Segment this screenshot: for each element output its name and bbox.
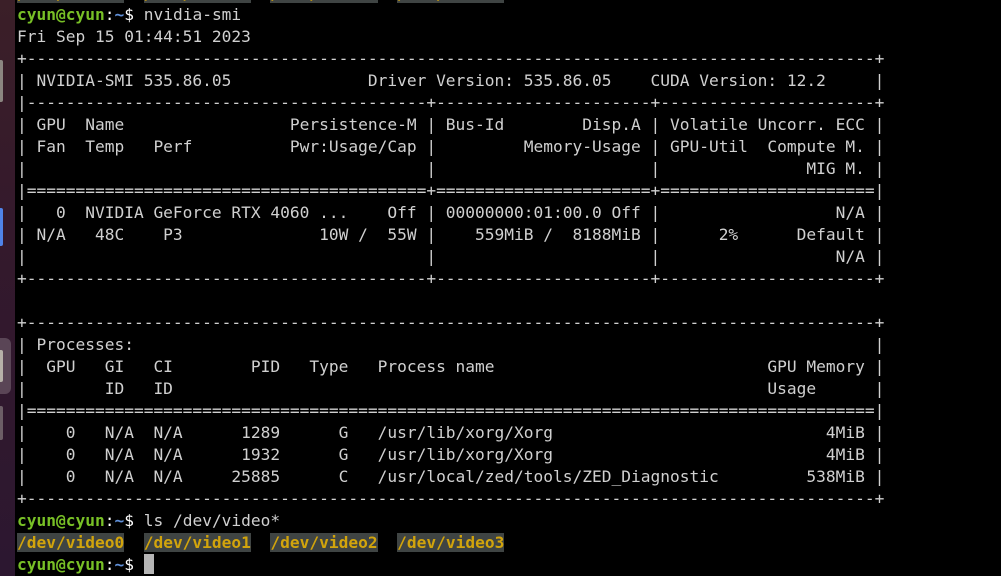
proc-border-top: +---------------------------------------… bbox=[17, 313, 885, 332]
prompt-user-host: cyun@cyun bbox=[17, 511, 105, 530]
ubuntu-dock bbox=[0, 0, 15, 576]
smi-column-header: | Fan Temp Perf Pwr:Usage/Cap | Memory-U… bbox=[17, 137, 885, 156]
smi-column-header: | GPU Name Persistence-M | Bus-Id Disp.A… bbox=[17, 115, 885, 134]
smi-gpu-row: | | | N/A | bbox=[17, 247, 885, 266]
proc-column-header: | ID ID Usage | bbox=[17, 379, 885, 398]
command-text: nvidia-smi bbox=[143, 5, 242, 24]
smi-separator: |---------------------------------------… bbox=[17, 93, 885, 112]
command-text: ls /dev/video* bbox=[143, 511, 281, 530]
device-entry: /dev/video1 bbox=[143, 533, 251, 552]
ls-output-line: /dev/video0 /dev/video1 /dev/video2 /dev… bbox=[17, 532, 505, 554]
dock-app-indicator-blue[interactable] bbox=[0, 208, 3, 246]
prompt-user-host: cyun@cyun bbox=[17, 555, 105, 574]
prompt-user-host: cyun@cyun bbox=[17, 5, 105, 24]
dock-app-indicator-active bbox=[0, 350, 3, 382]
proc-column-header: | GPU GI CI PID Type Process name GPU Me… bbox=[17, 357, 885, 376]
proc-row: | 0 N/A N/A 1289 G /usr/lib/xorg/Xorg 4M… bbox=[17, 423, 885, 442]
prev-device-entry: /dev/video3 bbox=[397, 0, 505, 3]
prev-device-entry: /dev/video0 bbox=[17, 0, 125, 3]
smi-border-bottom: +---------------------------------------… bbox=[17, 269, 885, 288]
active-prompt-line[interactable]: cyun@cyun:~$ bbox=[17, 554, 154, 576]
smi-header-line: | NVIDIA-SMI 535.86.05 Driver Version: 5… bbox=[17, 71, 885, 90]
proc-title: | Processes: | bbox=[17, 335, 885, 354]
dock-active-app-tile[interactable] bbox=[0, 338, 11, 394]
proc-separator-double: |=======================================… bbox=[17, 401, 885, 420]
dock-app-indicator[interactable] bbox=[0, 406, 3, 440]
dock-app-indicator[interactable] bbox=[0, 60, 3, 102]
device-entry: /dev/video0 bbox=[17, 533, 125, 552]
text-cursor[interactable] bbox=[143, 554, 154, 574]
smi-separator-double: |=======================================… bbox=[17, 181, 885, 200]
device-entry: /dev/video3 bbox=[397, 533, 505, 552]
proc-row: | 0 N/A N/A 1932 G /usr/lib/xorg/Xorg 4M… bbox=[17, 445, 885, 464]
prompt-line: cyun@cyun:~$ nvidia-smi bbox=[17, 5, 242, 24]
smi-border-top: +---------------------------------------… bbox=[17, 49, 885, 68]
prompt-path: ~ bbox=[114, 555, 125, 574]
device-entry: /dev/video2 bbox=[270, 533, 378, 552]
prev-device-entry: /dev/video2 bbox=[270, 0, 378, 3]
smi-column-header: | | | MIG M. | bbox=[17, 159, 885, 178]
prev-device-entry: /dev/video1 bbox=[143, 0, 251, 3]
proc-row: | 0 N/A N/A 25885 C /usr/local/zed/tools… bbox=[17, 467, 885, 486]
smi-gpu-row: | 0 NVIDIA GeForce RTX 4060 ... Off | 00… bbox=[17, 203, 885, 222]
prompt-symbol: $ bbox=[124, 5, 144, 24]
prompt-path: ~ bbox=[114, 5, 125, 24]
proc-border-bottom: +---------------------------------------… bbox=[17, 489, 885, 508]
date-line: Fri Sep 15 01:44:51 2023 bbox=[17, 27, 251, 46]
prompt-line: cyun@cyun:~$ ls /dev/video* bbox=[17, 511, 281, 530]
prompt-symbol: $ bbox=[124, 511, 144, 530]
smi-gpu-row: | N/A 48C P3 10W / 55W | 559MiB / 8188Mi… bbox=[17, 225, 885, 244]
prompt-symbol: $ bbox=[124, 555, 144, 574]
terminal-window[interactable]: /dev/video0 /dev/video1 /dev/video2 /dev… bbox=[15, 0, 1001, 576]
prompt-path: ~ bbox=[114, 511, 125, 530]
